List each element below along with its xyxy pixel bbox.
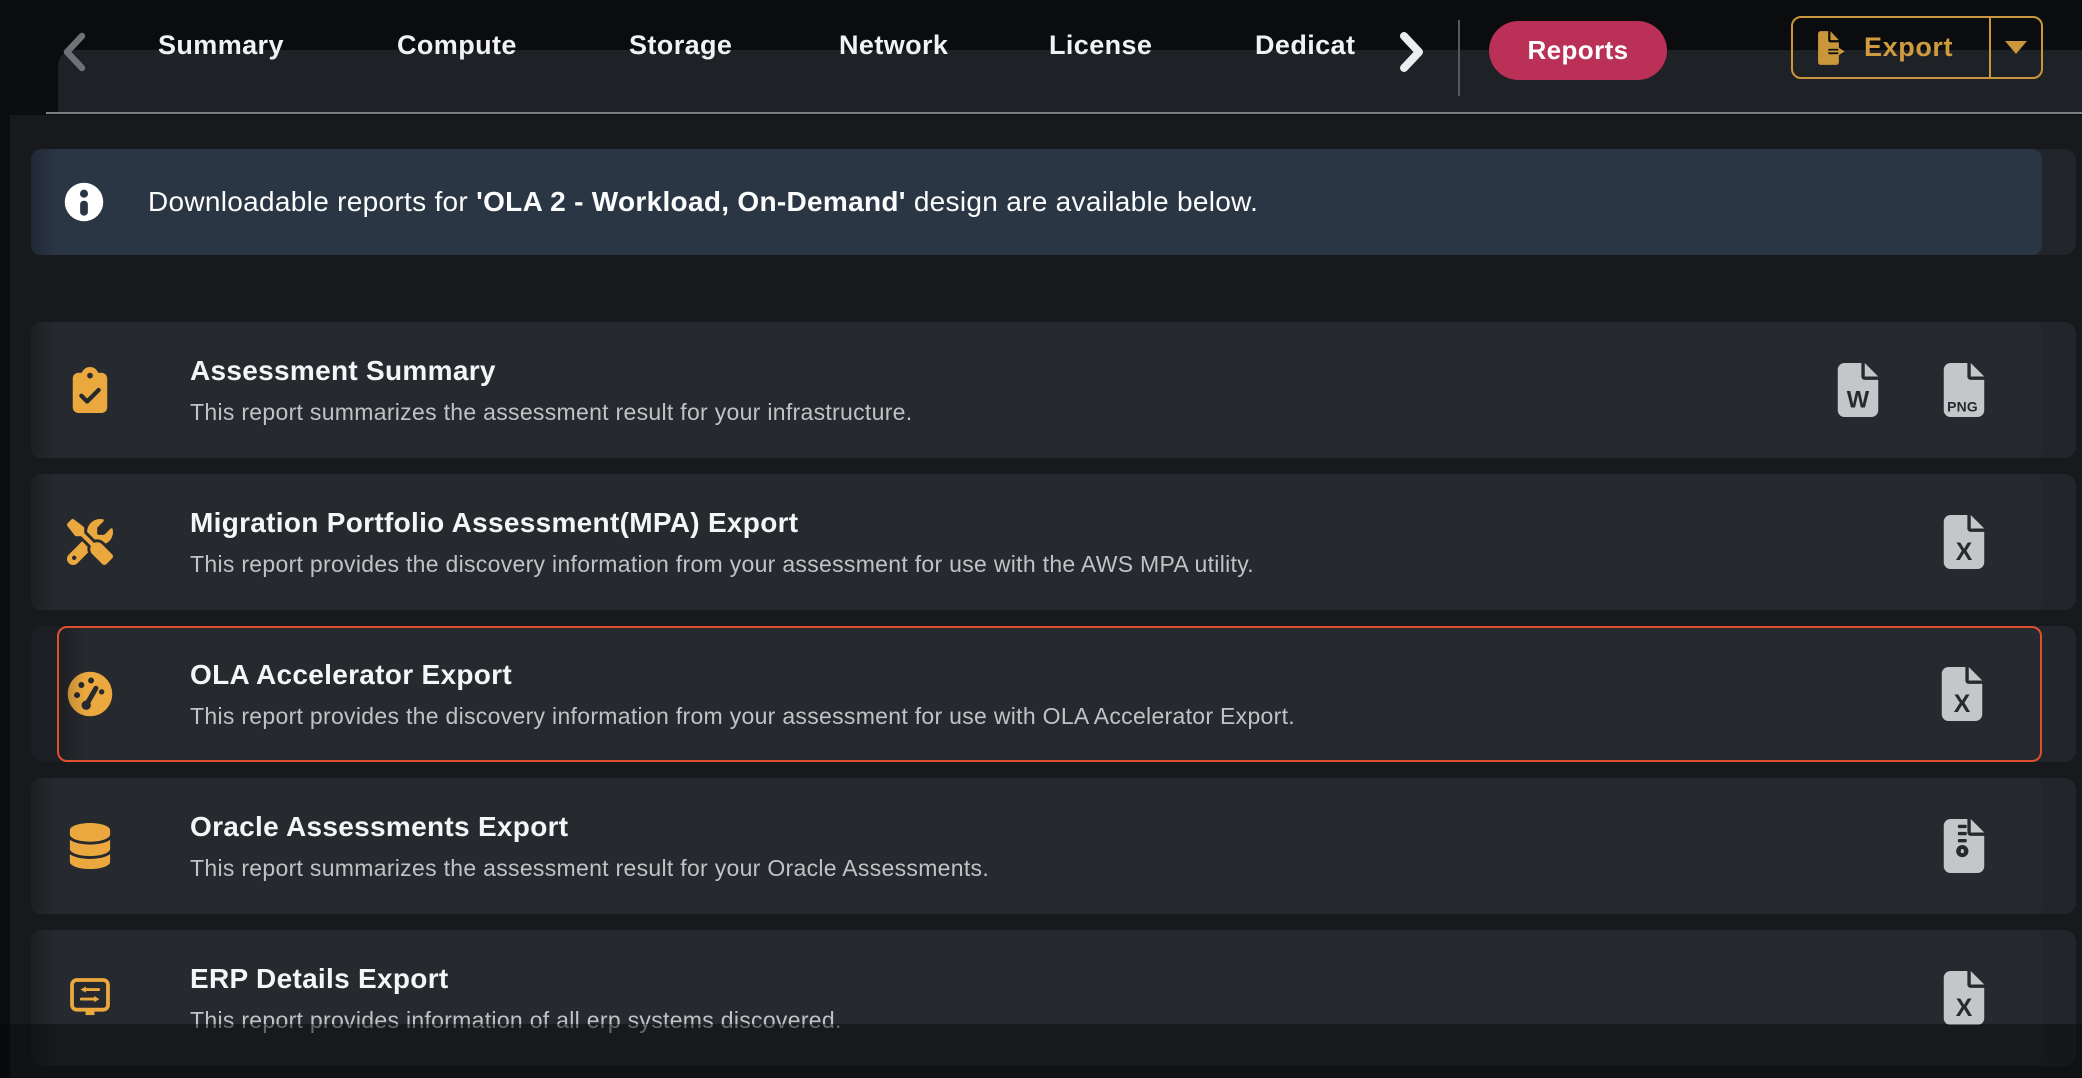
nav-divider — [1458, 20, 1460, 96]
svg-text:PNG: PNG — [1947, 399, 1978, 415]
tab-reports[interactable]: Reports — [1489, 21, 1667, 80]
download-options: X — [1942, 971, 2042, 1025]
info-banner: Downloadable reports for 'OLA 2 - Worklo… — [31, 149, 2076, 255]
top-nav: Summary Compute Storage Network License Dedic… — [0, 0, 2082, 115]
excel-file-icon: X — [1942, 557, 1986, 572]
report-row: Assessment Summary This report summarize… — [31, 322, 2076, 458]
png-file-icon: PNG — [1942, 405, 1986, 420]
report-card: Oracle Assessments Export This report su… — [31, 778, 2042, 914]
info-icon — [63, 181, 105, 223]
report-card: OLA Accelerator Export This report provi… — [57, 626, 2042, 762]
file-export-icon — [1813, 28, 1849, 68]
report-description: This report provides the discovery infor… — [190, 703, 1295, 730]
download-excel-button[interactable]: X — [1940, 667, 1984, 721]
download-excel-button[interactable]: X — [1942, 971, 1986, 1025]
report-title: Migration Portfolio Assessment(MPA) Expo… — [190, 507, 1254, 539]
report-description: This report summarizes the assessment re… — [190, 399, 912, 426]
report-title: Oracle Assessments Export — [190, 811, 989, 843]
svg-text:W: W — [1847, 387, 1870, 413]
bottom-fade-overlay — [0, 1024, 2082, 1078]
erp-sliders-icon — [67, 975, 113, 1021]
report-list: Assessment Summary This report summarize… — [10, 322, 2082, 1066]
download-word-button[interactable]: W — [1836, 363, 1880, 417]
tab-network[interactable]: Network — [839, 30, 948, 61]
tabs-scroll-right-button[interactable] — [1386, 26, 1434, 78]
clipboard-check-icon — [67, 367, 113, 413]
report-card: Assessment Summary This report summarize… — [31, 322, 2042, 458]
word-file-icon: W — [1836, 405, 1880, 420]
gauge-icon — [67, 671, 113, 717]
download-options: W PNG — [1836, 363, 2042, 417]
report-title: Assessment Summary — [190, 355, 912, 387]
download-options — [1942, 819, 2042, 873]
tab-dedicat[interactable]: Dedicat — [1255, 30, 1355, 61]
download-png-button[interactable]: PNG — [1942, 363, 1986, 417]
report-row: Oracle Assessments Export This report su… — [31, 778, 2076, 914]
reports-page: Summary Compute Storage Network License Dedic… — [0, 0, 2082, 1078]
svg-text:X: X — [1956, 539, 1973, 566]
database-icon — [67, 823, 113, 869]
banner-text: Downloadable reports for 'OLA 2 - Worklo… — [148, 186, 1258, 218]
zip-file-icon — [1942, 861, 1986, 876]
chevron-right-icon — [1386, 26, 1434, 78]
caret-down-icon — [2005, 41, 2027, 54]
export-dropdown-toggle[interactable] — [1991, 18, 2041, 77]
report-title: OLA Accelerator Export — [190, 659, 1295, 691]
download-options: X — [1942, 515, 2042, 569]
report-title: ERP Details Export — [190, 963, 842, 995]
report-row: OLA Accelerator Export This report provi… — [31, 626, 2076, 762]
svg-text:X: X — [1954, 691, 1971, 718]
reports-content: Downloadable reports for 'OLA 2 - Worklo… — [10, 115, 2082, 1078]
export-button[interactable]: Export — [1791, 16, 2043, 79]
report-card: Migration Portfolio Assessment(MPA) Expo… — [31, 474, 2042, 610]
report-row: Migration Portfolio Assessment(MPA) Expo… — [31, 474, 2076, 610]
download-options: X — [1940, 667, 2040, 721]
excel-file-icon: X — [1940, 709, 1984, 724]
report-description: This report provides the discovery infor… — [190, 551, 1254, 578]
report-description: This report summarizes the assessment re… — [190, 855, 989, 882]
download-excel-button[interactable]: X — [1942, 515, 1986, 569]
export-label: Export — [1864, 32, 1953, 63]
tab-compute[interactable]: Compute — [397, 30, 517, 61]
tab-storage[interactable]: Storage — [629, 30, 732, 61]
download-zip-button[interactable] — [1942, 819, 1986, 873]
tab-bar: Summary Compute Storage Network License Dedic… — [0, 30, 1460, 70]
svg-text:X: X — [1956, 995, 1973, 1022]
screwdriver-wrench-icon — [67, 519, 113, 565]
tab-summary[interactable]: Summary — [158, 30, 284, 61]
tab-bar-divider — [46, 112, 2082, 114]
tab-license[interactable]: License — [1049, 30, 1152, 61]
